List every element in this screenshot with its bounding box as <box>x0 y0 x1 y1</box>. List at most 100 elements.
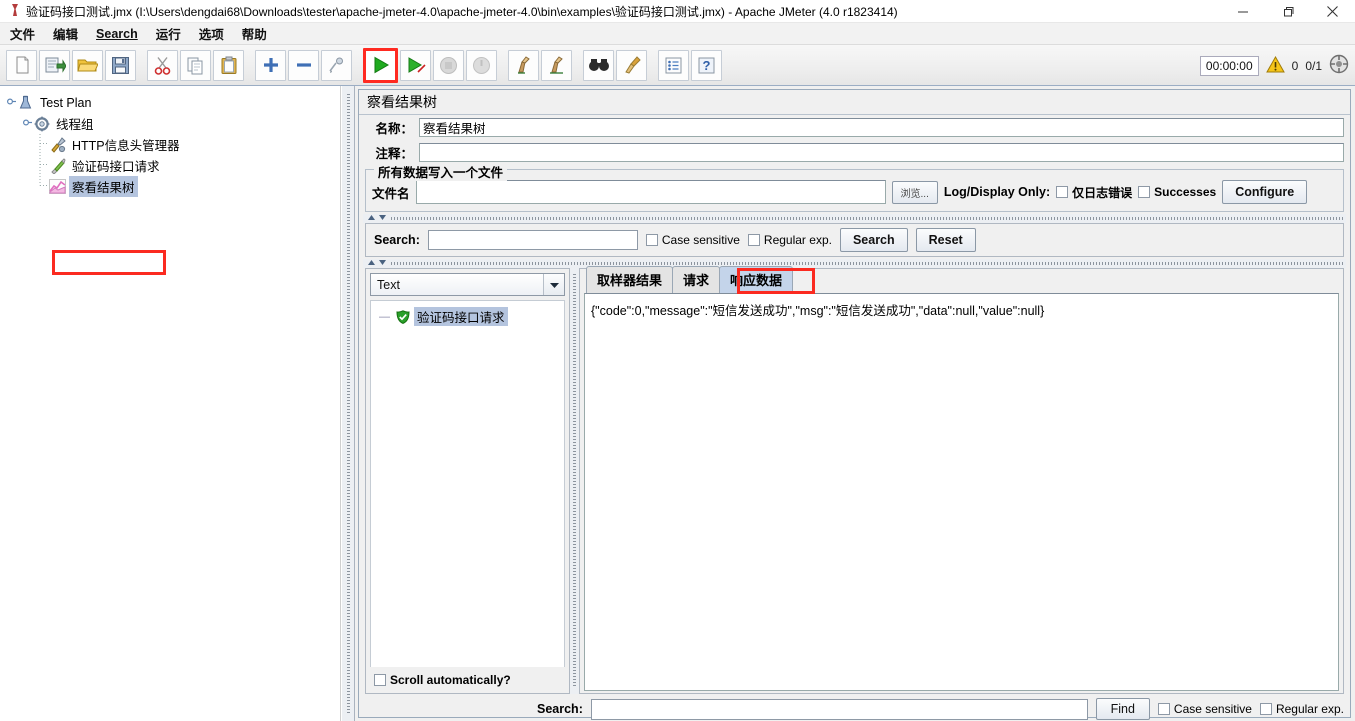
write-all-data-group: 所有数据写入一个文件 文件名 浏览... Log/Display Only: 仅… <box>365 162 1344 212</box>
reset-search-icon[interactable] <box>616 49 647 81</box>
top-split-divider[interactable] <box>363 214 1346 223</box>
templates-icon[interactable] <box>39 49 70 81</box>
maximize-icon[interactable] <box>1265 0 1310 23</box>
checkbox-box[interactable] <box>1138 186 1151 198</box>
search-case-sensitive-checkbox[interactable]: Case sensitive <box>645 233 740 247</box>
warning-triangle-icon[interactable] <box>1265 55 1285 76</box>
list-item[interactable]: — 验证码接口请求 <box>371 307 564 326</box>
bottom-search-input[interactable] <box>590 698 1088 720</box>
name-label: 名称： <box>375 122 413 136</box>
bottom-regular-exp-checkbox[interactable]: Regular exp. <box>1259 702 1344 716</box>
search-button[interactable]: Search <box>839 228 908 252</box>
split-collapse-arrows[interactable] <box>367 214 387 221</box>
shutdown-icon[interactable] <box>466 49 497 81</box>
tab-response-data[interactable]: 响应数据 <box>719 266 794 293</box>
collapse-all-icon[interactable] <box>288 49 319 81</box>
scroll-automatically-row: Scroll automatically? <box>366 667 569 693</box>
regular-exp-label: Regular exp. <box>1275 702 1344 716</box>
minimize-icon[interactable] <box>1220 0 1265 23</box>
help-icon[interactable]: ? <box>691 49 722 81</box>
clear-icon[interactable] <box>508 49 539 81</box>
expand-handle-icon[interactable] <box>22 118 33 130</box>
find-button[interactable]: Find <box>1095 698 1150 720</box>
configure-button[interactable]: Configure <box>1222 180 1308 204</box>
tab-request[interactable]: 请求 <box>672 266 721 293</box>
filename-input[interactable] <box>415 180 886 204</box>
menu-options[interactable]: 选项 <box>191 22 232 45</box>
bottom-search-panel: Search: Find Case sensitive Regular exp. <box>365 694 1344 721</box>
results-split-divider[interactable] <box>570 268 579 694</box>
tree-node-thread-group[interactable]: 线程组 <box>0 113 340 134</box>
tree-node-label: 察看结果树 <box>69 176 138 197</box>
tree-node-view-results-tree[interactable]: 察看结果树 <box>0 175 340 197</box>
toolbar: ? 00:00:00 0 0/1 <box>0 45 1355 86</box>
start-no-timers-icon[interactable] <box>400 49 431 81</box>
success-shield-icon <box>394 308 411 325</box>
toolbar-search-group <box>582 49 648 81</box>
renderer-select[interactable]: Text <box>370 273 565 296</box>
test-plan-tree[interactable]: Test Plan 线程组 HTTP信息头管理器 验证码接口请求 察看结果树 <box>0 86 340 197</box>
bottom-case-sensitive-checkbox[interactable]: Case sensitive <box>1157 702 1252 716</box>
menu-file[interactable]: 文件 <box>2 22 43 45</box>
checkbox-box[interactable] <box>374 674 386 686</box>
checkbox-box[interactable] <box>747 234 760 246</box>
browse-button[interactable]: 浏览... <box>891 180 938 204</box>
paste-icon[interactable] <box>213 49 244 81</box>
menu-run[interactable]: 运行 <box>148 22 189 45</box>
reset-button[interactable]: Reset <box>915 228 976 252</box>
stop-icon[interactable] <box>433 49 464 81</box>
search-icon[interactable] <box>583 49 614 81</box>
name-row: 名称： <box>359 115 1350 140</box>
menu-help[interactable]: 帮助 <box>234 22 275 45</box>
result-tabs: 取样器结果 请求 响应数据 <box>580 266 1343 294</box>
main-split-divider[interactable] <box>341 86 355 721</box>
results-tree-pane: Text — 验证码接口请求 Scroll automatically? <box>365 268 570 694</box>
tree-node-http-request[interactable]: 验证码接口请求 <box>0 154 340 176</box>
expand-handle-icon[interactable] <box>6 97 17 109</box>
sampler-results-list[interactable]: — 验证码接口请求 <box>370 300 565 667</box>
start-icon[interactable] <box>363 47 398 83</box>
bottom-split-divider[interactable] <box>363 259 1346 268</box>
toolbar-run-group <box>362 47 498 83</box>
function-helper-icon[interactable] <box>658 49 689 81</box>
tree-node-http-header-manager[interactable]: HTTP信息头管理器 <box>0 133 340 155</box>
scroll-automatically-checkbox[interactable]: Scroll automatically? <box>374 673 511 687</box>
save-icon[interactable] <box>105 49 136 81</box>
view-results-tree-icon <box>49 178 66 195</box>
checkbox-box[interactable] <box>1157 703 1170 715</box>
search-regular-exp-checkbox[interactable]: Regular exp. <box>747 233 832 247</box>
checkbox-box[interactable] <box>1259 703 1272 715</box>
toggle-icon[interactable] <box>321 49 352 81</box>
comment-input[interactable] <box>419 143 1344 162</box>
response-data-view[interactable]: {"code":0,"message":"短信发送成功","msg":"短信发送… <box>584 293 1339 691</box>
tab-sampler-result[interactable]: 取样器结果 <box>586 266 674 293</box>
new-icon[interactable] <box>6 49 37 81</box>
connection-status-icon[interactable] <box>1329 54 1349 77</box>
cut-icon[interactable] <box>147 49 178 81</box>
open-icon[interactable] <box>72 49 103 81</box>
write-all-data-legend: 所有数据写入一个文件 <box>374 162 508 181</box>
close-icon[interactable] <box>1310 0 1355 23</box>
split-collapse-arrows[interactable] <box>367 259 387 266</box>
menu-edit[interactable]: 编辑 <box>45 22 86 45</box>
errors-only-checkbox[interactable]: 仅日志错误 <box>1056 184 1132 201</box>
tree-node-label: HTTP信息头管理器 <box>72 139 180 153</box>
copy-icon[interactable] <box>180 49 211 81</box>
search-input[interactable] <box>427 230 638 250</box>
checkbox-box[interactable] <box>1056 186 1069 198</box>
scroll-automatically-label: Scroll automatically? <box>390 673 511 687</box>
view-results-tree-panel: 察看结果树 名称： 注释： 所有数据写入一个文件 文件名 浏览... Log/D… <box>356 86 1355 721</box>
results-detail-pane: 取样器结果 请求 响应数据 {"code":0,"message":"短信发送成… <box>579 266 1344 694</box>
name-input[interactable] <box>419 118 1344 137</box>
tree-node-test-plan[interactable]: Test Plan <box>0 92 340 113</box>
expand-all-icon[interactable] <box>255 49 286 81</box>
successes-checkbox[interactable]: Successes <box>1138 185 1216 199</box>
warning-count: 0 <box>1291 58 1299 73</box>
log-display-only-label: Log/Display Only: <box>943 185 1051 199</box>
menu-search[interactable]: Search <box>88 25 146 43</box>
response-body-text: {"code":0,"message":"短信发送成功","msg":"短信发送… <box>591 304 1045 318</box>
chevron-down-icon[interactable] <box>543 274 564 295</box>
clear-all-icon[interactable] <box>541 49 572 81</box>
panel-inner: 察看结果树 名称： 注释： 所有数据写入一个文件 文件名 浏览... Log/D… <box>358 89 1351 721</box>
checkbox-box[interactable] <box>645 234 658 246</box>
